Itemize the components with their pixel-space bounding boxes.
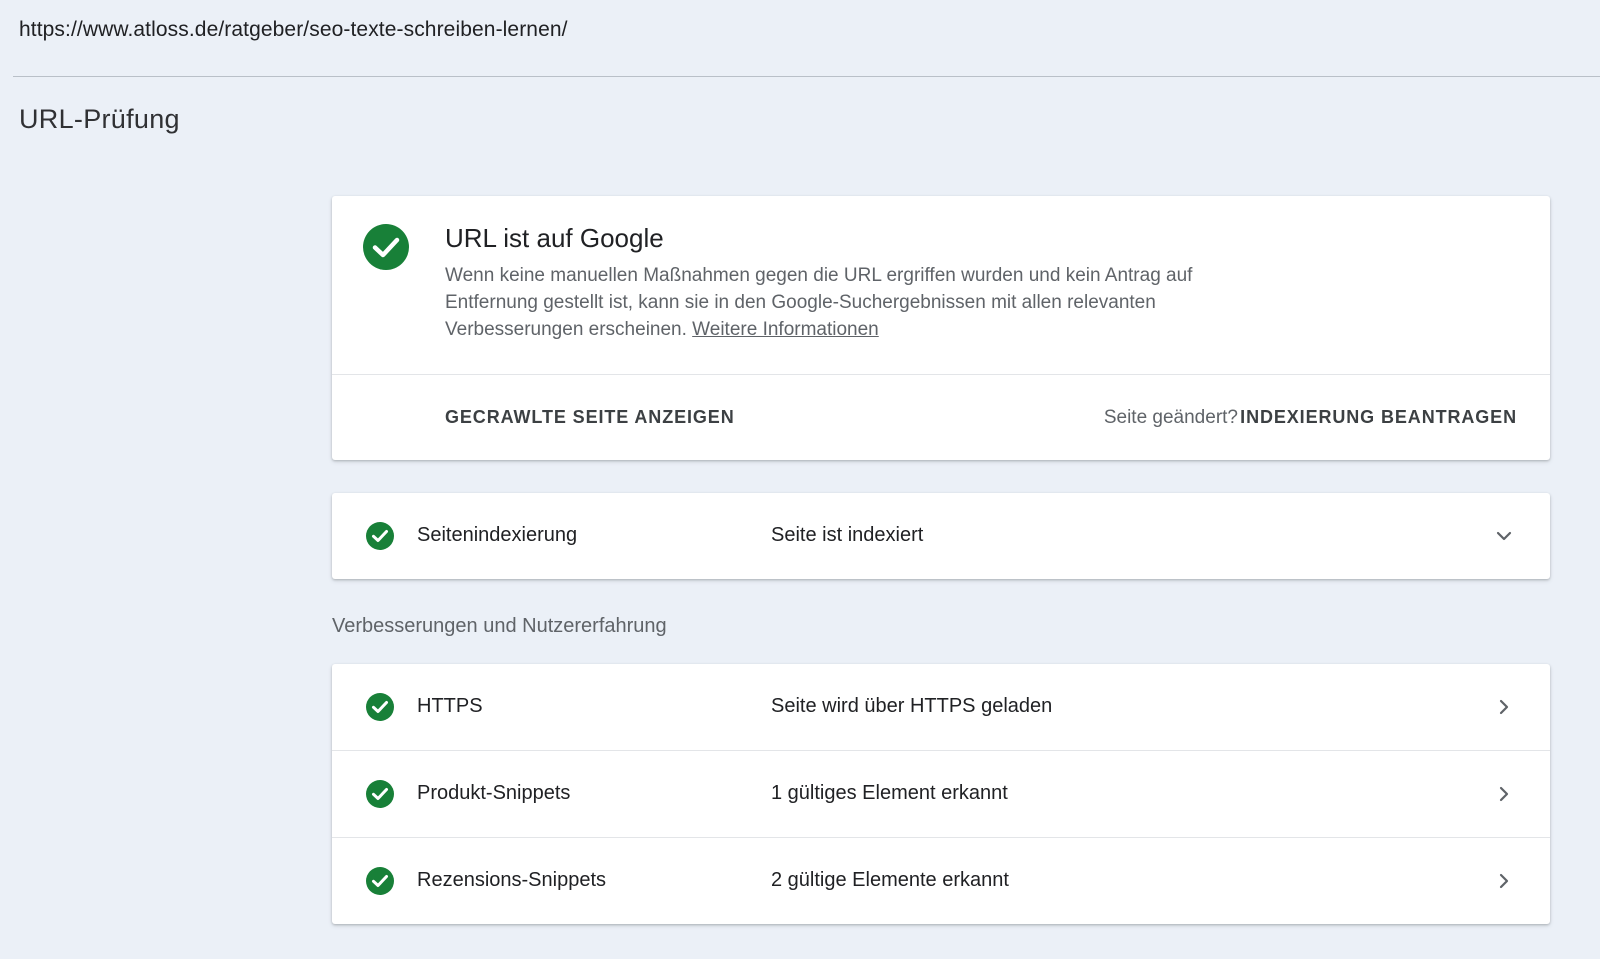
- page-changed-label: Seite geändert?: [1103, 407, 1238, 428]
- check-circle-icon: [366, 522, 394, 550]
- enhancement-row-https[interactable]: HTTPS Seite wird über HTTPS geladen: [332, 664, 1550, 751]
- chevron-right-icon[interactable]: [1492, 869, 1516, 893]
- chevron-down-icon[interactable]: [1492, 524, 1516, 548]
- check-circle-icon: [363, 224, 409, 270]
- url-divider: [13, 76, 1600, 77]
- enhancement-name: Produkt-Snippets: [417, 782, 571, 804]
- enhancement-status: Seite wird über HTTPS geladen: [771, 695, 1053, 717]
- status-card: URL ist auf Google Wenn keine manuellen …: [332, 196, 1550, 460]
- status-summary: URL ist auf Google Wenn keine manuellen …: [332, 196, 1550, 375]
- page-title: URL-Prüfung: [19, 104, 180, 134]
- enhancements-section-label: Verbesserungen und Nutzererfahrung: [332, 615, 667, 637]
- enhancement-row-review-snippets[interactable]: Rezensions-Snippets 2 gültige Elemente e…: [332, 838, 1550, 924]
- check-circle-icon: [366, 780, 394, 808]
- check-circle-icon: [366, 693, 394, 721]
- page-indexing-status: Seite ist indexiert: [771, 524, 924, 546]
- enhancement-status: 1 gültiges Element erkannt: [771, 782, 1008, 804]
- status-actions: GECRAWLTE SEITE ANZEIGEN Seite geändert?…: [332, 375, 1550, 461]
- enhancements-card: HTTPS Seite wird über HTTPS geladen Prod…: [332, 664, 1550, 924]
- page-indexing-label: Seitenindexierung: [417, 524, 578, 546]
- request-indexing-button[interactable]: INDEXIERUNG BEANTRAGEN: [1240, 407, 1517, 428]
- enhancement-status: 2 gültige Elemente erkannt: [771, 869, 1009, 891]
- enhancement-name: Rezensions-Snippets: [417, 869, 606, 891]
- enhancement-name: HTTPS: [417, 695, 483, 717]
- inspected-url: https://www.atloss.de/ratgeber/seo-texte…: [19, 18, 568, 41]
- page-indexing-row[interactable]: Seitenindexierung Seite ist indexiert: [332, 493, 1550, 579]
- chevron-right-icon[interactable]: [1492, 782, 1516, 806]
- page-indexing-card: Seitenindexierung Seite ist indexiert: [332, 493, 1550, 579]
- view-crawled-page-button[interactable]: GECRAWLTE SEITE ANZEIGEN: [445, 407, 735, 428]
- status-description: Wenn keine manuellen Maßnahmen gegen die…: [445, 262, 1205, 343]
- enhancement-row-product-snippets[interactable]: Produkt-Snippets 1 gültiges Element erka…: [332, 751, 1550, 838]
- check-circle-icon: [366, 867, 394, 895]
- status-heading: URL ist auf Google: [445, 223, 664, 253]
- more-info-link[interactable]: Weitere Informationen: [692, 319, 879, 340]
- chevron-right-icon[interactable]: [1492, 695, 1516, 719]
